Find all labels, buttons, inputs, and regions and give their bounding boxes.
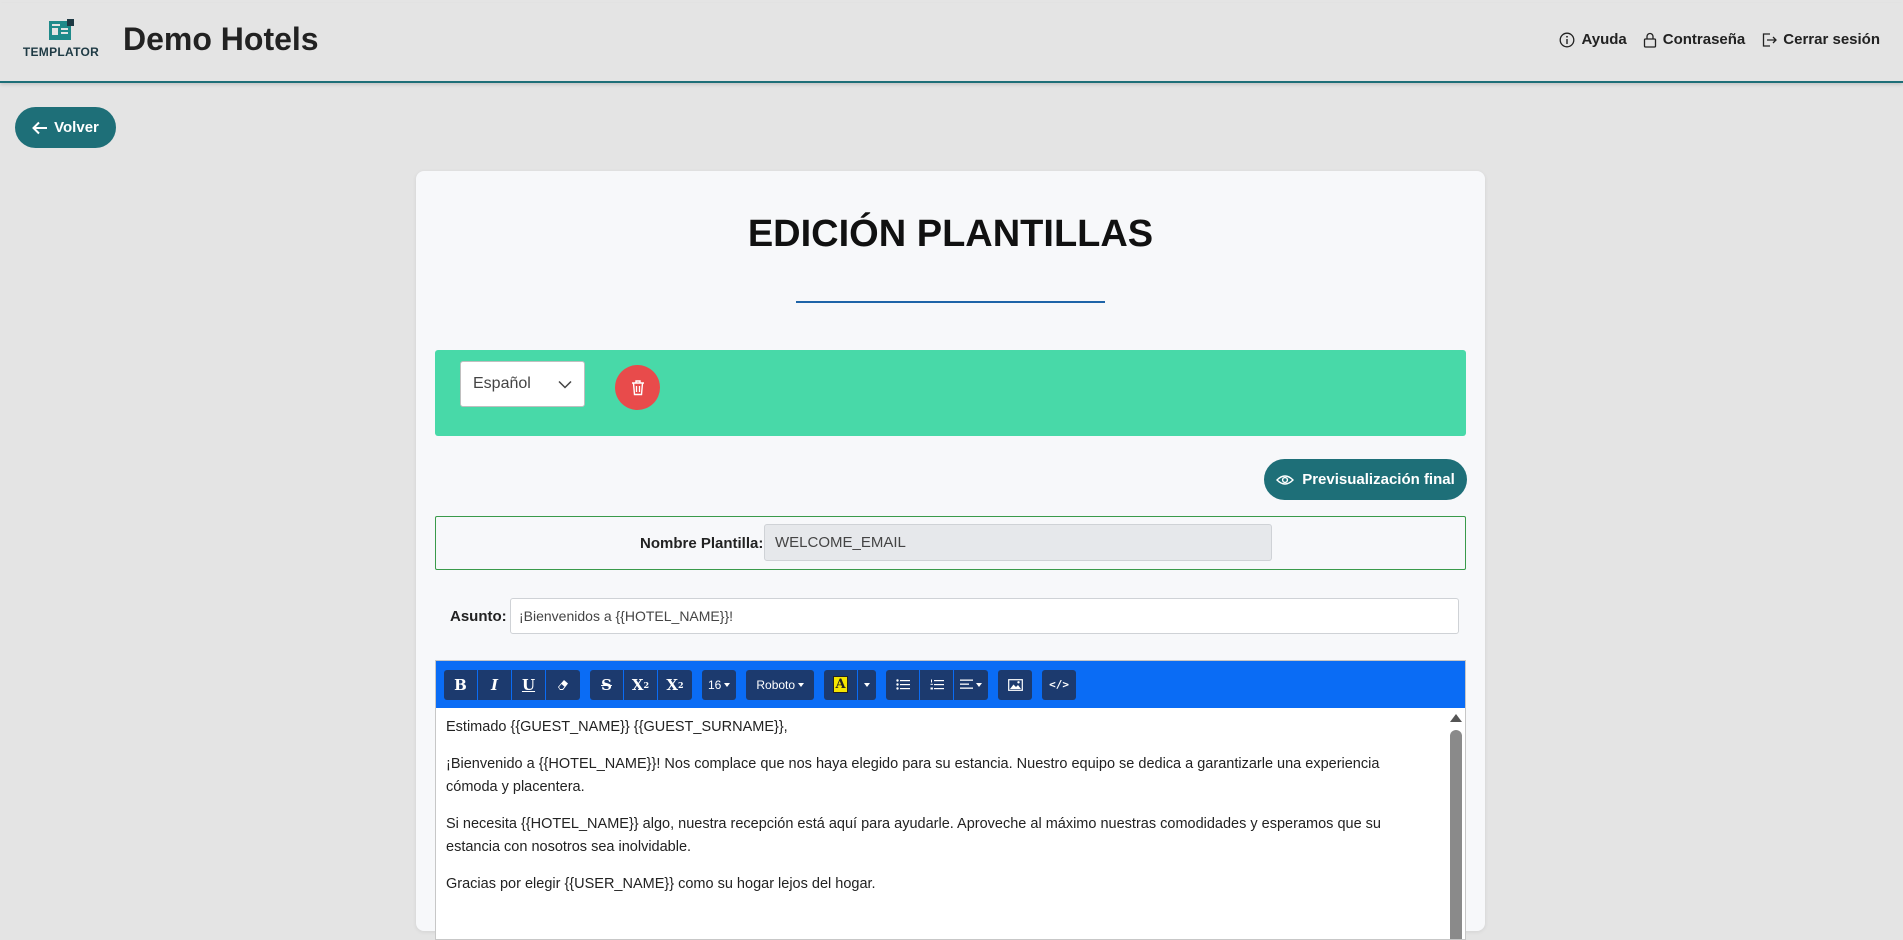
- template-editor-card: EDICIÓN PLANTILLAS Español Previsualizac…: [416, 171, 1485, 940]
- font-size-value: 16: [708, 677, 722, 692]
- subscript-button[interactable]: X2: [658, 669, 692, 700]
- insert-image-button[interactable]: [998, 669, 1033, 700]
- delete-language-button[interactable]: [615, 365, 660, 410]
- back-button-label: Volver: [54, 119, 99, 136]
- superscript-label: X: [631, 675, 644, 694]
- font-family-group: Roboto: [746, 669, 815, 700]
- italic-button[interactable]: I: [478, 669, 512, 700]
- logout-label: Cerrar sesión: [1783, 31, 1880, 48]
- list-ordered-icon: [930, 679, 944, 690]
- image-icon: [1007, 678, 1023, 691]
- font-family-dropdown[interactable]: Roboto: [746, 669, 815, 700]
- clear-format-button[interactable]: [546, 669, 580, 700]
- scroll-up-arrow-icon[interactable]: [1450, 714, 1462, 722]
- template-name-box: Nombre Plantilla: WELCOME_EMAIL: [435, 516, 1466, 570]
- eye-icon: [1276, 474, 1295, 485]
- format-group: B I U: [444, 669, 580, 700]
- highlight-button[interactable]: A: [824, 669, 859, 700]
- logout-link[interactable]: Cerrar sesión: [1761, 31, 1880, 48]
- app-title: Demo Hotels: [123, 21, 319, 57]
- lock-icon: [1643, 32, 1656, 48]
- superscript-button[interactable]: X2: [624, 669, 658, 700]
- unordered-list-button[interactable]: [886, 669, 921, 700]
- editor-paragraph: ¡Bienvenido a {{HOTEL_NAME}}! Nos compla…: [446, 756, 1380, 795]
- templator-logo[interactable]: TEMPLATOR: [22, 19, 100, 63]
- caret-down-icon: [724, 682, 731, 687]
- editor-scrollbar[interactable]: [1447, 708, 1465, 939]
- code-view-button[interactable]: </>: [1042, 669, 1077, 700]
- font-size-dropdown[interactable]: 16: [702, 669, 737, 700]
- subject-value: ¡Bienvenidos a {{HOTEL_NAME}}!: [519, 608, 734, 624]
- caret-down-icon: [976, 682, 983, 687]
- info-icon: [1560, 32, 1575, 47]
- editor-paragraph: Si necesita {{HOTEL_NAME}} algo, nuestra…: [446, 816, 1381, 855]
- top-actions: Ayuda Contraseña Cerrar sesión: [1559, 31, 1880, 48]
- insert-group: [998, 669, 1033, 700]
- rich-text-editor: B I U S X2 X2 16 Roboto A </> Estimado {…: [435, 660, 1466, 940]
- page-title: EDICIÓN PLANTILLAS: [747, 213, 1154, 255]
- language-selected-value: Español: [473, 375, 531, 392]
- editor-toolbar: B I U S X2 X2 16 Roboto A </>: [436, 661, 1465, 708]
- top-header: TEMPLATOR Demo Hotels Ayuda Contraseña C…: [0, 3, 1903, 83]
- logo-text: TEMPLATOR: [22, 45, 100, 59]
- logo-icon: [49, 19, 74, 40]
- ordered-list-button[interactable]: [920, 669, 955, 700]
- password-label: Contraseña: [1662, 31, 1746, 48]
- editor-content[interactable]: Estimado {{GUEST_NAME}} {{GUEST_SURNAME}…: [436, 708, 1445, 939]
- trash-icon: [631, 380, 644, 396]
- back-button[interactable]: Volver: [15, 107, 116, 148]
- code-group: </>: [1042, 669, 1077, 700]
- language-bar: Español: [435, 350, 1466, 436]
- logout-icon: [1763, 32, 1778, 47]
- script-group: S X2 X2: [590, 669, 692, 700]
- list-group: [886, 669, 989, 700]
- editor-paragraph: Estimado {{GUEST_NAME}} {{GUEST_SURNAME}…: [446, 719, 788, 735]
- language-select[interactable]: Español: [460, 361, 585, 407]
- font-family-value: Roboto: [756, 677, 796, 692]
- align-icon: [960, 679, 974, 689]
- help-link[interactable]: Ayuda: [1559, 31, 1627, 48]
- template-name-label: Nombre Plantilla:: [640, 535, 764, 552]
- final-preview-button[interactable]: Previsualización final: [1264, 459, 1467, 500]
- highlight-color-icon: A: [833, 676, 849, 693]
- caret-down-icon: [864, 682, 871, 687]
- subject-label: Asunto:: [450, 608, 507, 625]
- arrow-left-icon: [32, 121, 48, 134]
- password-link[interactable]: Contraseña: [1643, 31, 1746, 48]
- font-size-group: 16: [702, 669, 737, 700]
- final-preview-label: Previsualización final: [1302, 471, 1455, 488]
- chevron-down-icon: [558, 380, 572, 389]
- highlight-group: A: [824, 669, 877, 700]
- list-unordered-icon: [895, 679, 910, 690]
- caret-down-icon: [798, 682, 805, 687]
- editor-paragraph: Gracias por elegir {{USER_NAME}} como su…: [446, 876, 876, 892]
- help-label: Ayuda: [1581, 31, 1627, 48]
- eraser-icon: [558, 679, 568, 690]
- subscript-label: X: [666, 675, 679, 694]
- bold-button[interactable]: B: [444, 669, 478, 700]
- highlight-color-dropdown[interactable]: [858, 669, 877, 700]
- title-divider: [796, 301, 1105, 303]
- subject-field[interactable]: ¡Bienvenidos a {{HOTEL_NAME}}!: [510, 598, 1459, 634]
- align-dropdown[interactable]: [954, 669, 989, 700]
- template-name-field[interactable]: WELCOME_EMAIL: [764, 524, 1272, 561]
- template-name-value: WELCOME_EMAIL: [775, 534, 906, 551]
- underline-button[interactable]: U: [512, 669, 546, 700]
- strikethrough-button[interactable]: S: [590, 669, 624, 700]
